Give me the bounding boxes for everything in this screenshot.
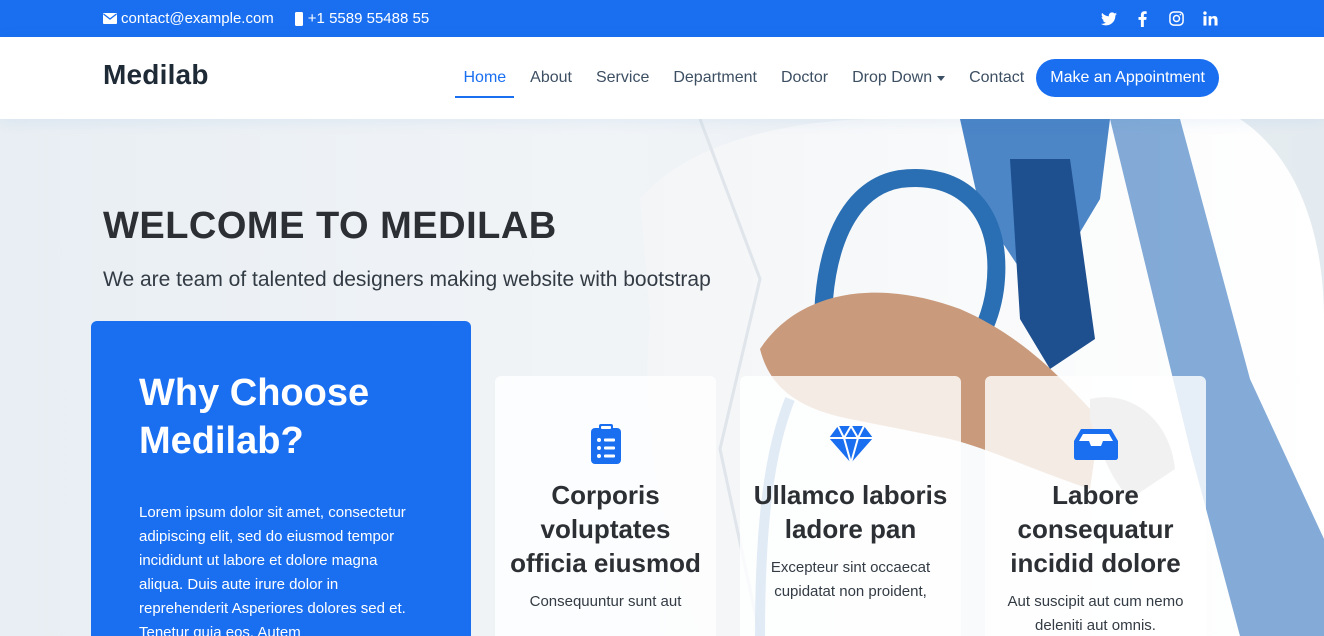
email-item[interactable]: contact@example.com bbox=[103, 10, 274, 27]
card-3-title: Labore consequatur incidid dolore bbox=[1010, 480, 1181, 578]
why-text: Lorem ipsum dolor sit amet, consectetur … bbox=[139, 504, 406, 636]
gem-icon bbox=[827, 422, 875, 466]
caret-down-icon bbox=[937, 75, 946, 81]
nav-service[interactable]: Service bbox=[596, 59, 649, 97]
feature-card-3: Labore consequatur incidid dolore Aut su… bbox=[985, 376, 1206, 636]
feature-card-1: Corporis voluptates officia eiusmod Cons… bbox=[495, 376, 716, 636]
facebook-icon[interactable] bbox=[1134, 10, 1151, 27]
nav-dropdown[interactable]: Drop Down bbox=[852, 59, 946, 97]
feature-card-2: Ullamco laboris ladore pan Excepteur sin… bbox=[740, 376, 961, 636]
contact-info: contact@example.com +1 5589 55488 55 bbox=[103, 10, 449, 27]
email-text: contact@example.com bbox=[121, 10, 274, 27]
card-1-text: Consequuntur sunt aut bbox=[529, 593, 682, 610]
phone-icon bbox=[294, 11, 303, 26]
card-2-title: Ullamco laboris ladore pan bbox=[753, 480, 948, 544]
instagram-icon[interactable] bbox=[1168, 10, 1185, 27]
card-3-text: Aut suscipit aut cum nemo deleniti aut o… bbox=[1007, 593, 1184, 634]
nav-dropdown-label: Drop Down bbox=[852, 69, 933, 86]
nav-doctor[interactable]: Doctor bbox=[781, 59, 828, 97]
why-title: Why Choose Medilab? bbox=[139, 372, 370, 462]
twitter-icon[interactable] bbox=[1100, 10, 1117, 27]
card-2-text: Excepteur sint occaecat cupidatat non pr… bbox=[770, 559, 931, 600]
envelope-icon bbox=[103, 13, 117, 24]
topbar: contact@example.com +1 5589 55488 55 bbox=[0, 0, 1324, 37]
nav-about[interactable]: About bbox=[530, 59, 572, 97]
social-links bbox=[1100, 10, 1219, 27]
inbox-icon bbox=[1072, 422, 1120, 466]
card-1-title: Corporis voluptates officia eiusmod bbox=[510, 480, 701, 578]
nav-home[interactable]: Home bbox=[455, 59, 514, 98]
hero-title: WELCOME TO MEDILAB bbox=[103, 205, 557, 247]
hero-subtitle: We are team of talented designers making… bbox=[103, 268, 711, 291]
phone-text: +1 5589 55488 55 bbox=[307, 10, 430, 27]
phone-item[interactable]: +1 5589 55488 55 bbox=[294, 10, 429, 27]
clipboard-icon bbox=[582, 422, 630, 466]
linkedin-icon[interactable] bbox=[1202, 10, 1219, 27]
site-header: Medilab Home About Service Department Do… bbox=[0, 37, 1324, 119]
main-nav: Home About Service Department Doctor Dro… bbox=[439, 59, 1219, 98]
why-choose-box: Why Choose Medilab? Lorem ipsum dolor si… bbox=[91, 321, 471, 636]
nav-contact[interactable]: Contact bbox=[969, 59, 1024, 97]
appointment-button[interactable]: Make an Appointment bbox=[1036, 59, 1219, 97]
nav-department[interactable]: Department bbox=[673, 59, 757, 97]
site-logo[interactable]: Medilab bbox=[103, 59, 209, 91]
hero-section: WELCOME TO MEDILAB We are team of talent… bbox=[0, 119, 1324, 636]
